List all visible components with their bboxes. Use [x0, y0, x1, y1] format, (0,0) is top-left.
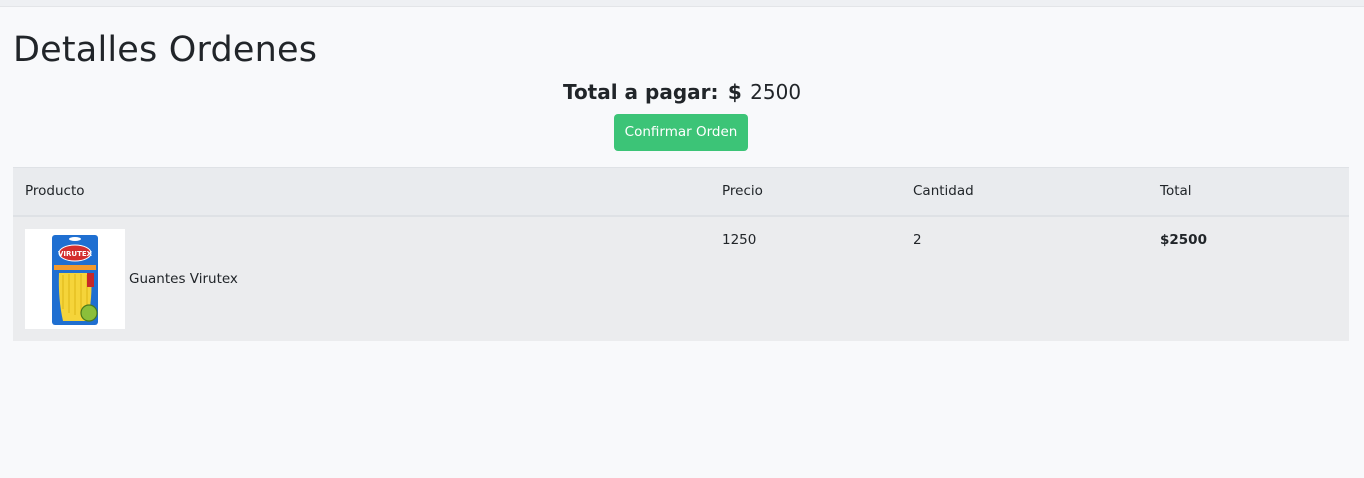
line-total-cell: $2500 [1160, 231, 1207, 248]
column-header-quantity: Cantidad [901, 167, 1148, 217]
table-header-row: Producto Precio Cantidad Total [13, 167, 1349, 217]
price-cell: 1250 [722, 231, 757, 248]
confirm-order-button[interactable]: Confirmar Orden [614, 114, 748, 151]
total-currency: $ [727, 80, 742, 104]
product-info: VIRUTEX Guantes Virutex [25, 228, 698, 329]
page-title: Detalles Ordenes [13, 30, 318, 70]
top-navbar-strip [0, 0, 1364, 7]
table-body: VIRUTEX Guantes Virutex 1250 2 $2500 [13, 215, 1349, 341]
product-image: VIRUTEX [25, 228, 125, 329]
order-details-table: Producto Precio Cantidad Total VIRUTEX G… [13, 167, 1349, 341]
product-cell: VIRUTEX Guantes Virutex [13, 216, 710, 341]
table-header: Producto Precio Cantidad Total [13, 167, 1349, 217]
order-total-summary: Total a pagar: $ 2500 [0, 78, 1364, 106]
column-header-price: Precio [710, 167, 901, 217]
total-label: Total a pagar: [562, 80, 719, 104]
glove-package-icon: VIRUTEX [25, 228, 125, 329]
table-row: VIRUTEX Guantes Virutex 1250 2 $2500 [13, 215, 1349, 341]
product-name: Guantes Virutex [129, 270, 238, 287]
column-header-total: Total [1148, 167, 1349, 217]
column-header-product: Producto [13, 167, 710, 217]
quantity-cell: 2 [913, 231, 922, 248]
product-image-logo-text: VIRUTEX [58, 250, 93, 258]
total-amount: 2500 [750, 80, 802, 104]
